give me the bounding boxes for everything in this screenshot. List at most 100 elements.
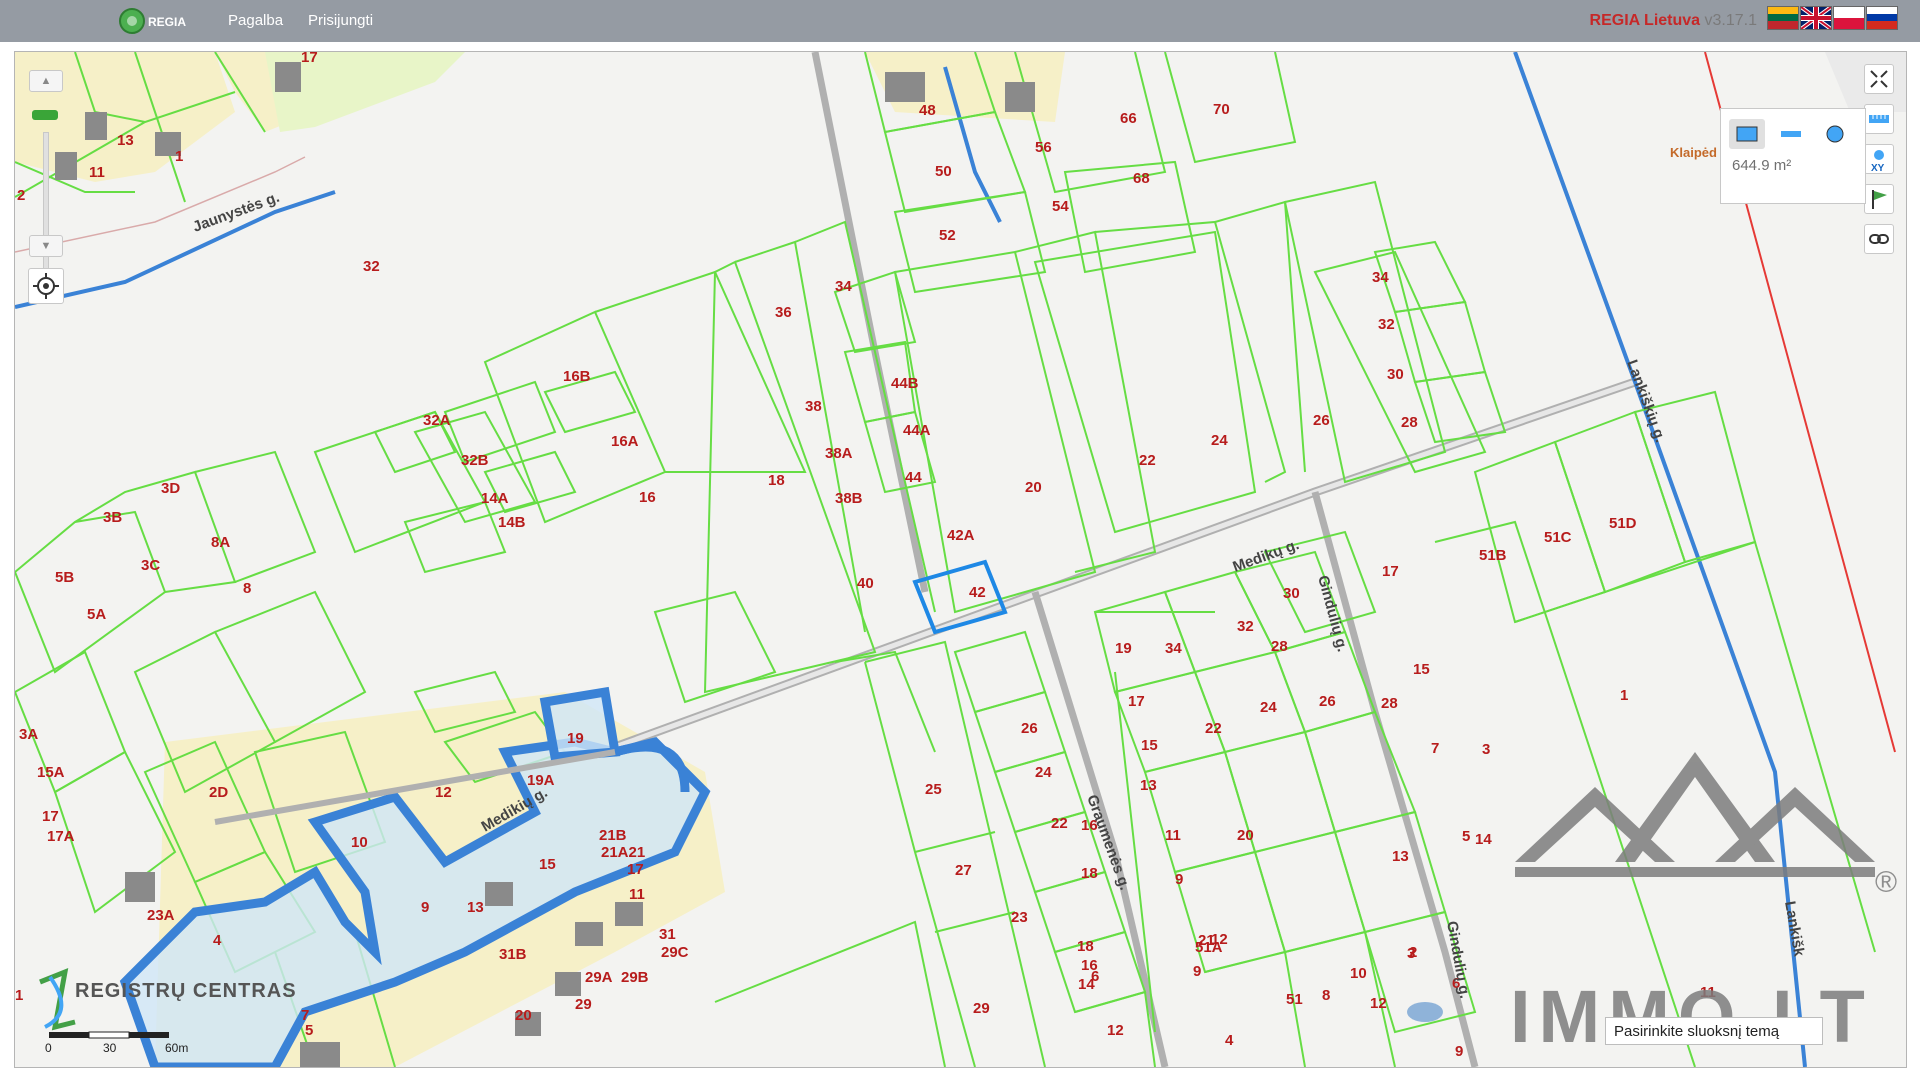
- parcel-label: 44B: [891, 375, 919, 392]
- parcel-label: 16: [1081, 957, 1098, 974]
- parcel-label: 32: [363, 258, 380, 275]
- regia-logo[interactable]: REGIA: [118, 7, 186, 35]
- parcel-label: 3D: [161, 480, 180, 497]
- parcel-label: 56: [1035, 139, 1052, 156]
- svg-text:REGISTRŲ CENTRAS: REGISTRŲ CENTRAS: [75, 980, 297, 1002]
- partial-city-label: Klaipėd: [1670, 145, 1717, 160]
- parcel-label: 12: [1370, 995, 1387, 1012]
- flag-ru-icon[interactable]: [1866, 6, 1898, 30]
- measure-distance-button[interactable]: [1773, 119, 1809, 149]
- app-title-text: REGIA Lietuva: [1589, 12, 1701, 29]
- layer-search-input[interactable]: [1605, 1017, 1823, 1045]
- measure-tool-button[interactable]: [1864, 104, 1894, 134]
- parcel-label: 17: [627, 861, 644, 878]
- flag-marker-button[interactable]: [1864, 184, 1894, 214]
- zoom-slider-handle[interactable]: [32, 110, 58, 120]
- parcel-label: 8A: [211, 534, 230, 551]
- parcel-label: 24: [1211, 432, 1228, 449]
- measure-point-button[interactable]: [1817, 119, 1853, 149]
- parcel-label: 40: [857, 575, 874, 592]
- parcel-label: 16: [639, 489, 656, 506]
- flag-icon: [1872, 190, 1887, 209]
- parcel-label: 23A: [147, 907, 175, 924]
- parcel-label: 30: [1387, 366, 1404, 383]
- parcel-label: 31B: [499, 946, 527, 963]
- parcel-label: 51A: [1195, 939, 1223, 956]
- parcel-label: 70: [1213, 101, 1230, 118]
- link-icon: [1869, 234, 1889, 244]
- parcel-label: 14: [1475, 831, 1492, 848]
- nav-login[interactable]: Prisijungti: [308, 12, 373, 29]
- fullscreen-icon: [1870, 70, 1888, 88]
- parcel-label: 44A: [903, 422, 931, 439]
- highlighted-area-top[interactable]: [539, 686, 621, 762]
- parcel-label: 38: [805, 398, 822, 415]
- flag-pl-icon[interactable]: [1833, 6, 1865, 30]
- zoom-in-button[interactable]: ▲: [29, 70, 63, 92]
- app-version: v3.17.1: [1704, 12, 1757, 29]
- parcel-label: 38B: [835, 490, 863, 507]
- parcel-label: 19: [567, 730, 584, 747]
- parcel-label: 17A: [47, 828, 75, 845]
- flag-lt-icon[interactable]: [1767, 6, 1799, 30]
- parcel-label: 25: [925, 781, 942, 798]
- parcel-label: 48: [919, 102, 936, 119]
- parcel-label: 9: [1175, 871, 1183, 888]
- parcel-label: 5: [1462, 828, 1470, 845]
- parcel-label: 26: [1319, 693, 1336, 710]
- parcel-label: 28: [1381, 695, 1398, 712]
- parcel-label: 10: [351, 834, 368, 851]
- svg-text:®: ®: [1875, 866, 1897, 899]
- parcel-label: 42: [969, 584, 986, 601]
- parcel-label: 3B: [103, 509, 122, 526]
- parcel-label: 22: [1139, 452, 1156, 469]
- parcel-label: 11: [629, 886, 645, 903]
- xy-coordinates-button[interactable]: XY: [1864, 144, 1894, 174]
- parcel-label: 2: [17, 187, 25, 204]
- parcel-label: 17: [1382, 563, 1399, 580]
- parcel-label: 32A: [423, 412, 451, 429]
- parcel-label: 17: [301, 52, 318, 66]
- measure-area-button[interactable]: [1729, 119, 1765, 149]
- parcel-label: 32B: [461, 452, 489, 469]
- parcel-label: 22: [1051, 815, 1068, 832]
- parcel-label: 7: [1431, 740, 1439, 757]
- regia-globe-icon: [119, 8, 145, 34]
- parcel-label: 7: [301, 1007, 309, 1024]
- parcel-label: 12: [435, 784, 452, 801]
- parcel-label: 51B: [1479, 547, 1507, 564]
- parcel-label: 14B: [498, 514, 526, 531]
- cadastral-map[interactable]: 17131112324856667050 685452343616B32A16A3…: [15, 52, 1906, 1067]
- parcel-label: 31: [659, 926, 676, 943]
- crosshair-icon: [33, 273, 59, 299]
- parcel-label: 13: [1140, 777, 1157, 794]
- parcel-label: 32: [1237, 618, 1254, 635]
- parcel-label: 21A21: [601, 844, 645, 861]
- nav-help[interactable]: Pagalba: [228, 12, 283, 29]
- top-bar: REGIA Pagalba Prisijungti REGIA Lietuva …: [0, 0, 1920, 42]
- locate-me-button[interactable]: [28, 268, 64, 304]
- measure-value: 644.9 m²: [1732, 157, 1792, 174]
- flag-en-icon[interactable]: [1799, 5, 1833, 31]
- parcel-label: 16B: [563, 368, 591, 385]
- parcel-label: 2: [1409, 944, 1417, 961]
- parcel-label: 42A: [947, 527, 975, 544]
- parcel-label: 38A: [825, 445, 853, 462]
- parcel-label: 51D: [1609, 515, 1637, 532]
- parcel-label: 51: [1286, 991, 1303, 1008]
- parcel-label: 3: [1482, 741, 1490, 758]
- parcel-label: 4: [1225, 1032, 1234, 1049]
- fullscreen-button[interactable]: [1864, 64, 1894, 94]
- parcel-label: 2D: [209, 784, 228, 801]
- parcel-label: 27: [955, 862, 972, 879]
- zoom-out-button[interactable]: ▼: [29, 235, 63, 257]
- map-viewport[interactable]: 17 13 11 1 2 32 48 56 66 70 50 68 54 52 34 36 16B 32A 16A 3…: [14, 51, 1907, 1068]
- parcel-label: 4: [213, 932, 222, 949]
- parcel-label: 9: [1193, 963, 1201, 980]
- ruler-icon: [1869, 115, 1889, 123]
- parcel-label: 18: [768, 472, 785, 489]
- share-link-button[interactable]: [1864, 224, 1894, 254]
- brand-text: REGIA: [148, 15, 187, 29]
- parcel-label: 26: [1021, 720, 1038, 737]
- parcel-label: 23: [1011, 909, 1028, 926]
